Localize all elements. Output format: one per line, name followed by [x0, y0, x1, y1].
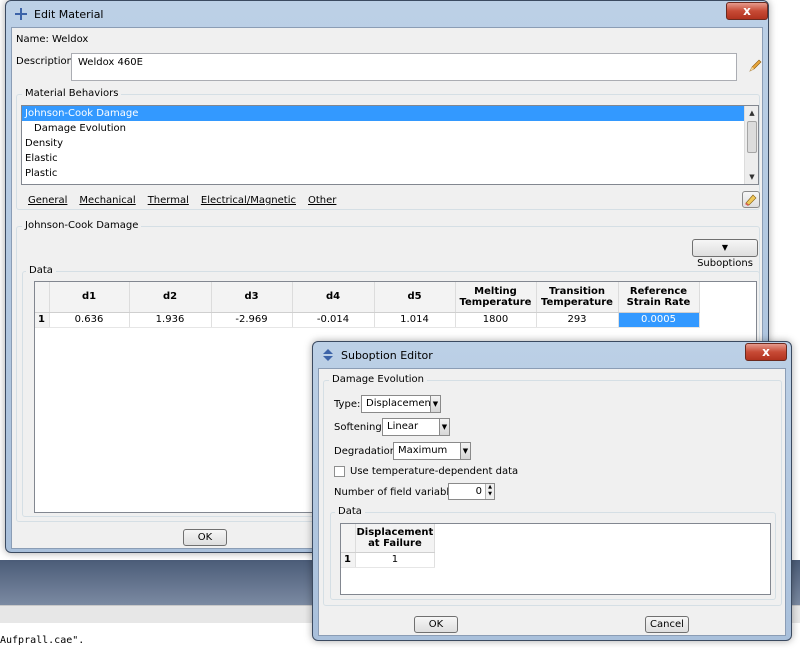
chevron-down-icon[interactable]: ▼ — [439, 419, 449, 435]
row-number-header — [341, 524, 356, 553]
table-header-row: Displacement at Failure — [341, 524, 436, 553]
data-group-title: Data — [26, 265, 56, 276]
degradation-label: Degradation: — [334, 446, 400, 457]
table-row[interactable]: 1 1 — [341, 552, 436, 568]
cancel-button[interactable]: Cancel — [645, 616, 689, 633]
close-button[interactable]: x — [726, 2, 768, 20]
ok-button[interactable]: OK — [183, 529, 227, 546]
material-icon — [14, 7, 28, 21]
menu-other[interactable]: Other — [308, 195, 336, 206]
list-item[interactable]: Damage Evolution — [22, 121, 758, 136]
message-area-text: Aufprall.cae". — [0, 635, 85, 646]
suboption-icon — [323, 349, 333, 361]
name-label: Name: — [16, 34, 49, 45]
behavior-menu-bar: General Mechanical Thermal Electrical/Ma… — [28, 195, 336, 206]
table-cell[interactable]: -2.969 — [211, 312, 293, 328]
table-row[interactable]: 1 0.636 1.936 -2.969 -0.014 1.014 1800 2… — [35, 312, 700, 328]
description-label: Description: — [16, 56, 77, 67]
table-cell[interactable]: 1.014 — [374, 312, 456, 328]
column-header: Melting Temperature — [455, 282, 537, 313]
menu-mechanical[interactable]: Mechanical — [79, 195, 135, 206]
menu-thermal[interactable]: Thermal — [148, 195, 189, 206]
suboptions-label: Suboptions — [697, 258, 753, 269]
behaviors-scrollbar[interactable]: ▲ ▼ — [744, 106, 758, 184]
table-cell[interactable]: 1800 — [455, 312, 537, 328]
scroll-thumb[interactable] — [747, 121, 757, 153]
table-cell[interactable]: 1 — [355, 552, 436, 568]
list-item[interactable]: Plastic — [22, 166, 758, 181]
scroll-up-arrow-icon[interactable]: ▲ — [745, 106, 758, 120]
description-field[interactable]: Weldox 460E — [71, 53, 737, 81]
spinner-arrows-icon[interactable]: ▲ ▼ — [485, 484, 494, 499]
table-cell[interactable]: -0.014 — [292, 312, 375, 328]
menu-electrical-magnetic[interactable]: Electrical/Magnetic — [201, 195, 296, 206]
type-value: Displacement — [366, 398, 435, 409]
table-header-row: d1 d2 d3 d4 d5 Melting Temperature Trans… — [35, 282, 700, 313]
degradation-combo[interactable]: Maximum ▼ — [393, 442, 471, 460]
chevron-down-icon[interactable]: ▼ — [460, 443, 470, 459]
menu-general[interactable]: General — [28, 195, 67, 206]
material-name: Weldox — [52, 34, 89, 45]
softening-combo[interactable]: Linear ▼ — [382, 418, 450, 436]
suboption-data-title: Data — [335, 506, 365, 517]
softening-label: Softening: — [334, 422, 386, 433]
delete-behavior-button[interactable] — [742, 191, 760, 208]
list-item[interactable]: Elastic — [22, 151, 758, 166]
suboption-editor-title-bar[interactable]: Suboption Editor — [313, 342, 791, 368]
table-cell[interactable]: 1.936 — [129, 312, 212, 328]
close-button[interactable]: x — [745, 343, 787, 361]
row-number-header — [35, 282, 50, 313]
list-item[interactable]: Johnson-Cook Damage — [22, 106, 758, 121]
edit-pencil-icon[interactable] — [747, 58, 763, 74]
damage-evolution-title: Damage Evolution — [329, 374, 428, 385]
suboption-editor-title: Suboption Editor — [341, 348, 433, 362]
section-title: Johnson-Cook Damage — [22, 220, 142, 231]
suboption-editor-client: Damage Evolution Type: Displacement ▼ So… — [318, 368, 786, 636]
column-header: d4 — [292, 282, 375, 313]
material-behaviors-title: Material Behaviors — [22, 88, 122, 99]
suboptions-button[interactable]: ▼ Suboptions — [692, 239, 758, 269]
column-header: Transition Temperature — [536, 282, 619, 313]
row-number: 1 — [341, 552, 356, 568]
softening-value: Linear — [387, 421, 419, 432]
row-number: 1 — [35, 312, 50, 328]
type-combo[interactable]: Displacement ▼ — [361, 395, 441, 413]
column-header-line: at Failure — [368, 537, 422, 549]
column-header: Reference Strain Rate — [618, 282, 700, 313]
field-variables-label: Number of field variables: — [334, 487, 464, 498]
edit-material-title-bar[interactable]: Edit Material — [6, 1, 768, 27]
field-variables-value: 0 — [475, 486, 482, 497]
table-cell-selected[interactable]: 0.0005 — [618, 312, 700, 328]
dropdown-triangle-icon: ▼ — [721, 243, 729, 252]
column-header: d2 — [129, 282, 212, 313]
table-cell[interactable]: 0.636 — [49, 312, 130, 328]
eraser-icon — [745, 194, 757, 206]
temperature-dependent-checkbox[interactable] — [334, 466, 345, 477]
column-header: d5 — [374, 282, 456, 313]
ok-button[interactable]: OK — [414, 616, 458, 633]
column-header: Displacement at Failure — [355, 524, 436, 553]
damage-evolution-table[interactable]: Displacement at Failure 1 1 — [340, 523, 771, 595]
column-header-line: Displacement — [356, 526, 434, 538]
behaviors-list[interactable]: Johnson-Cook Damage Damage Evolution Den… — [21, 105, 759, 185]
field-variables-stepper[interactable]: 0 ▲ ▼ — [448, 483, 495, 500]
temperature-dependent-label: Use temperature-dependent data — [350, 466, 519, 477]
suboption-editor-window: Suboption Editor x Damage Evolution Type… — [312, 341, 792, 641]
column-header: d3 — [211, 282, 293, 313]
chevron-down-icon[interactable]: ▼ — [430, 396, 440, 412]
table-cell[interactable]: 293 — [536, 312, 619, 328]
scroll-down-arrow-icon[interactable]: ▼ — [745, 170, 758, 184]
type-label: Type: — [334, 399, 361, 410]
degradation-value: Maximum — [398, 445, 448, 456]
edit-material-title: Edit Material — [34, 7, 104, 21]
column-header: d1 — [49, 282, 130, 313]
list-item[interactable]: Density — [22, 136, 758, 151]
